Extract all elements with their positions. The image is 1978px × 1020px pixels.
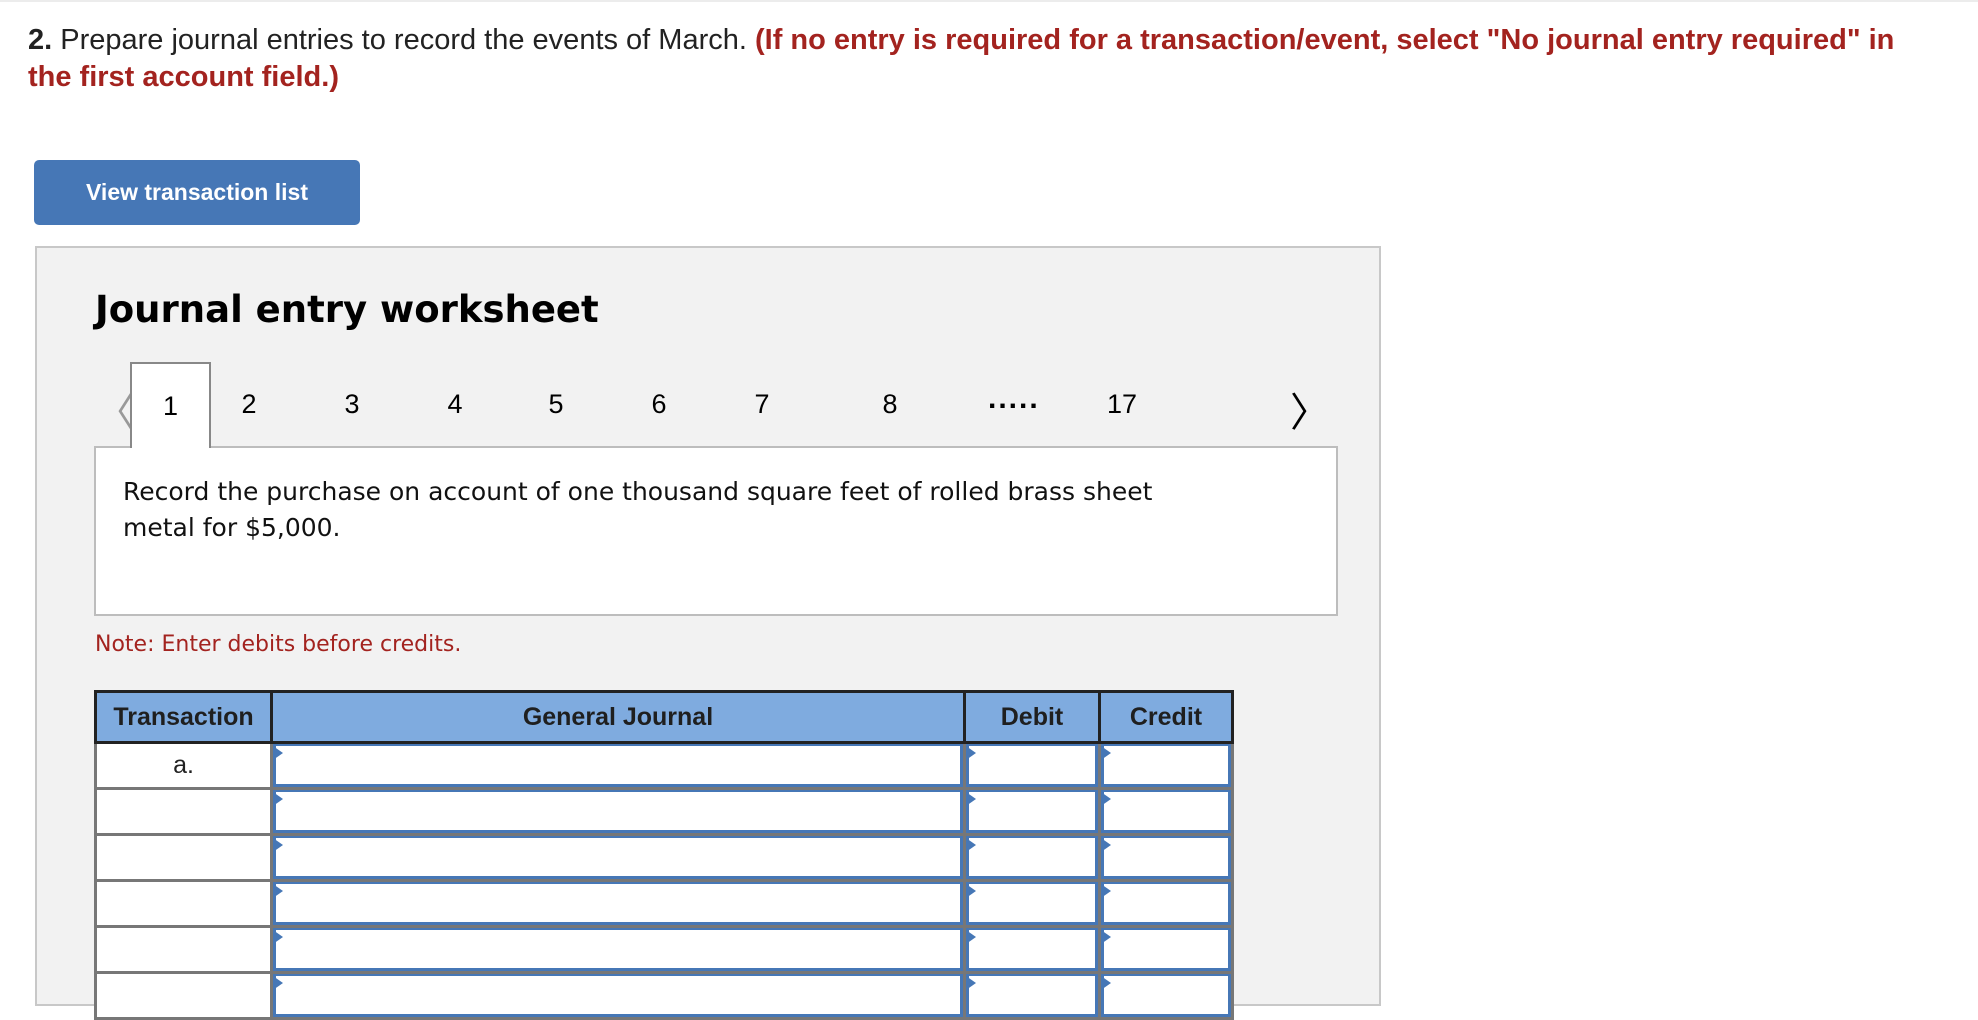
tab-6[interactable]: 6 (625, 362, 693, 446)
table-header-row: Transaction General Journal Debit Credit (94, 690, 1234, 744)
account-cell (270, 833, 966, 882)
header-transaction: Transaction (94, 690, 273, 744)
tab-3[interactable]: 3 (318, 362, 386, 446)
account-select[interactable] (276, 839, 964, 878)
credit-cell (1098, 833, 1234, 882)
transaction-cell: a. (94, 741, 273, 790)
debit-input[interactable] (969, 747, 1099, 786)
debit-cell (963, 787, 1101, 836)
header-debit: Debit (963, 690, 1101, 744)
debit-cell (963, 971, 1101, 1020)
tab-17[interactable]: 17 (1097, 362, 1147, 446)
question-number: 2. (28, 24, 53, 56)
worksheet-tab-nav: 〈 1 2 3 4 5 6 7 8 ..... 17 〉 (37, 362, 1383, 452)
account-select[interactable] (276, 931, 964, 970)
debit-input[interactable] (969, 977, 1099, 1016)
debit-cell (963, 879, 1101, 928)
table-row (94, 925, 1234, 974)
account-select[interactable] (276, 885, 964, 924)
tab-4[interactable]: 4 (421, 362, 489, 446)
account-select[interactable] (276, 977, 964, 1016)
worksheet-title: Journal entry worksheet (95, 288, 599, 331)
credit-cell (1098, 925, 1234, 974)
chevron-left-icon[interactable]: 〈 (95, 380, 135, 438)
credit-input[interactable] (1104, 931, 1232, 970)
transaction-cell (94, 879, 273, 928)
debit-cell (963, 741, 1101, 790)
account-cell (270, 787, 966, 836)
header-general-journal: General Journal (270, 690, 966, 744)
transaction-cell (94, 971, 273, 1020)
credit-cell (1098, 879, 1234, 928)
tab-8[interactable]: 8 (875, 362, 905, 446)
debit-cell (963, 833, 1101, 882)
question-prompt: 2. Prepare journal entries to record the… (28, 22, 1928, 96)
transaction-cell (94, 787, 273, 836)
credit-input[interactable] (1104, 793, 1232, 832)
account-cell (270, 925, 966, 974)
table-row (94, 787, 1234, 836)
tab-ellipsis: ..... (988, 382, 1040, 415)
account-cell (270, 741, 966, 790)
top-divider (0, 0, 1978, 2)
debit-input[interactable] (969, 885, 1099, 924)
table-row (94, 833, 1234, 882)
credit-input[interactable] (1104, 977, 1232, 1016)
transaction-description-box: Record the purchase on account of one th… (94, 446, 1338, 616)
journal-entry-worksheet: Journal entry worksheet 〈 1 2 3 4 5 6 7 … (35, 246, 1383, 1020)
debit-input[interactable] (969, 931, 1099, 970)
credit-input[interactable] (1104, 885, 1232, 924)
tab-7[interactable]: 7 (728, 362, 796, 446)
debit-input[interactable] (969, 839, 1099, 878)
credit-cell (1098, 971, 1234, 1020)
debit-cell (963, 925, 1101, 974)
account-select[interactable] (276, 793, 964, 832)
account-cell (270, 971, 966, 1020)
table-row (94, 971, 1234, 1020)
credit-input[interactable] (1104, 839, 1232, 878)
question-text: Prepare journal entries to record the ev… (52, 24, 755, 56)
transaction-cell (94, 833, 273, 882)
credit-input[interactable] (1104, 747, 1232, 786)
account-select[interactable] (276, 747, 964, 786)
debit-input[interactable] (969, 793, 1099, 832)
tab-1[interactable]: 1 (130, 362, 211, 448)
view-transaction-list-button[interactable]: View transaction list (34, 160, 360, 225)
credit-cell (1098, 787, 1234, 836)
general-journal-table: Transaction General Journal Debit Credit… (94, 690, 1234, 1020)
table-row (94, 879, 1234, 928)
tab-5[interactable]: 5 (522, 362, 590, 446)
account-cell (270, 879, 966, 928)
credit-cell (1098, 741, 1234, 790)
chevron-right-icon[interactable]: 〉 (1290, 380, 1330, 438)
entry-note: Note: Enter debits before credits. (95, 632, 462, 657)
transaction-cell (94, 925, 273, 974)
tab-2[interactable]: 2 (215, 362, 283, 446)
header-credit: Credit (1098, 690, 1234, 744)
transaction-description: Record the purchase on account of one th… (123, 477, 1153, 542)
table-row: a. (94, 741, 1234, 790)
